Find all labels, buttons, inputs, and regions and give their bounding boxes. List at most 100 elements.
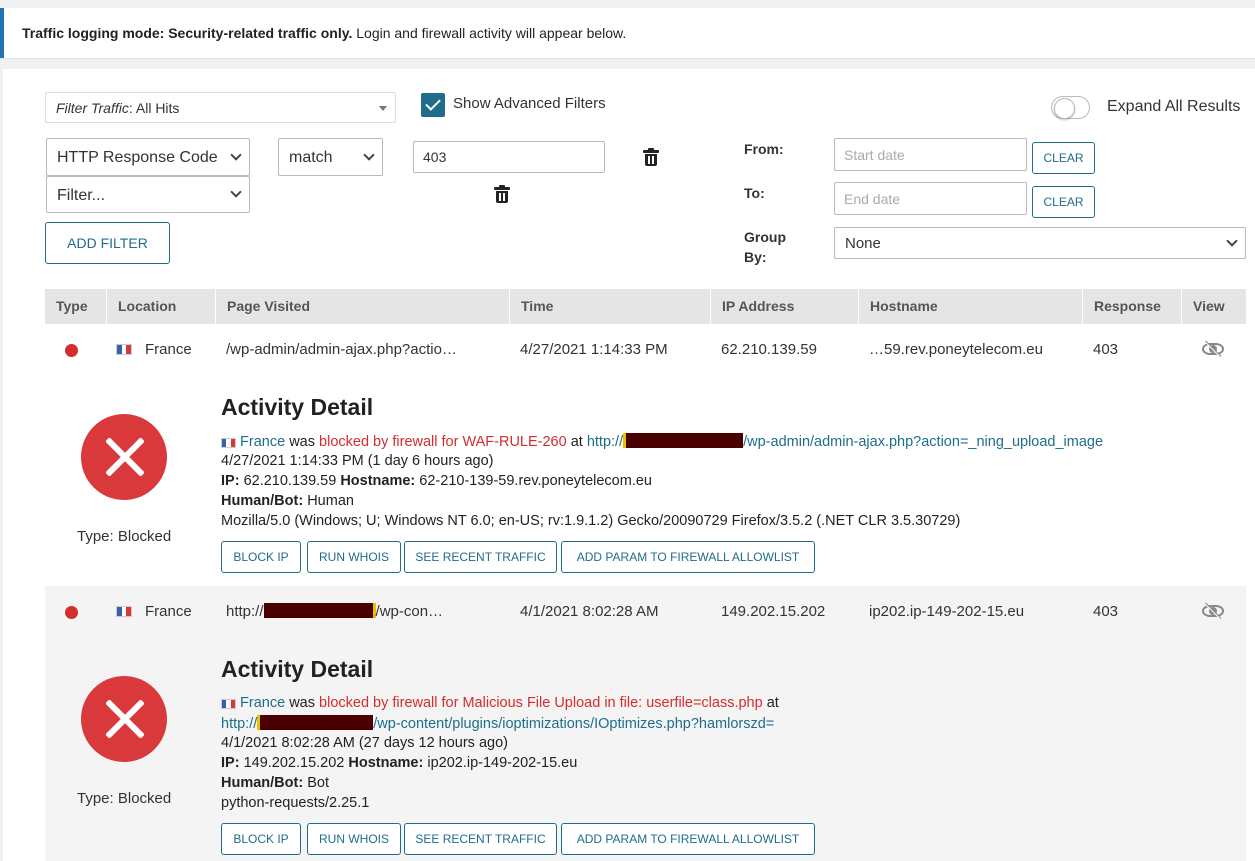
table-row[interactable]: France http:// /wp-con… 4/1/2021 8:02:28 …	[45, 586, 1246, 636]
clear-start-date-button[interactable]: CLEAR	[1032, 142, 1095, 174]
detail-human-bot: Human/Bot: Bot	[221, 775, 329, 791]
row-time: 4/27/2021 1:14:33 PM	[520, 341, 668, 358]
row-time: 4/1/2021 8:02:28 AM	[520, 603, 659, 620]
url-prefix: http://	[221, 716, 258, 732]
eye-slash-icon[interactable]	[1201, 602, 1225, 620]
group-by-label-line2: By:	[744, 249, 767, 265]
detail-human-bot: Human/Bot: Human	[221, 493, 354, 509]
filter-operator-select[interactable]: match	[278, 138, 383, 176]
show-advanced-filters-label[interactable]: Show Advanced Filters	[453, 95, 606, 112]
detail-was: was	[289, 434, 315, 450]
detail-country-link[interactable]: France	[240, 695, 285, 711]
activity-detail: Type: Blocked Activity Detail France was…	[45, 636, 1246, 861]
table-row[interactable]: France /wp-admin/admin-ajax.php?actio… 4…	[45, 324, 1246, 374]
group-by-value: None	[845, 235, 881, 252]
detail-summary-line: France was blocked by firewall for Malic…	[221, 695, 779, 711]
redacted-domain	[263, 603, 376, 618]
row-response: 403	[1093, 603, 1119, 620]
hostname-label: Hostname:	[340, 473, 416, 489]
add-filter-button[interactable]: ADD FILTER	[45, 222, 170, 264]
ip-value: 149.202.15.202	[243, 755, 345, 771]
add-param-allowlist-button[interactable]: ADD PARAM TO FIREWALL ALLOWLIST	[561, 823, 815, 855]
hostname-value: 62-210-139-59.rev.poneytelecom.eu	[419, 473, 652, 489]
row-location: France	[145, 603, 192, 620]
humanbot-label: Human/Bot:	[221, 775, 304, 791]
traffic-table-header: Type Location Page Visited Time IP Addre…	[45, 289, 1246, 324]
ip-label: IP:	[221, 755, 240, 771]
see-recent-traffic-button[interactable]: SEE RECENT TRAFFIC	[404, 823, 557, 855]
row-location: France	[145, 341, 192, 358]
run-whois-button[interactable]: RUN WHOIS	[307, 541, 401, 573]
start-date-input[interactable]	[834, 138, 1027, 171]
column-header-time[interactable]: Time	[510, 289, 711, 324]
to-label: To:	[744, 185, 765, 201]
filter-field-select[interactable]: HTTP Response Code	[46, 138, 250, 176]
column-header-hostname[interactable]: Hostname	[859, 289, 1083, 324]
column-header-location[interactable]: Location	[107, 289, 216, 324]
add-param-allowlist-button[interactable]: ADD PARAM TO FIREWALL ALLOWLIST	[561, 541, 815, 573]
activity-detail-title: Activity Detail	[221, 656, 374, 682]
expand-all-toggle[interactable]	[1051, 96, 1090, 119]
chevron-down-icon	[1226, 235, 1238, 247]
filter-field-select-2[interactable]: Filter...	[46, 176, 250, 213]
detail-summary-line: France was blocked by firewall for WAF-R…	[221, 433, 1103, 450]
activity-detail-title: Activity Detail	[221, 394, 374, 420]
filter-traffic-value: : All Hits	[128, 100, 180, 116]
expand-all-label[interactable]: Expand All Results	[1107, 98, 1240, 116]
filter-value-input[interactable]	[413, 141, 605, 173]
detail-blocked-message: blocked by firewall for WAF-RULE-260	[319, 434, 567, 450]
column-header-view[interactable]: View	[1182, 289, 1246, 324]
redacted-domain	[623, 433, 744, 448]
traffic-logging-notice: Traffic logging mode: Security-related t…	[0, 8, 1255, 58]
trash-icon[interactable]	[494, 185, 510, 203]
end-date-input[interactable]	[834, 182, 1027, 215]
show-advanced-filters-checkbox[interactable]	[421, 93, 445, 117]
detail-at: at	[570, 434, 583, 450]
detail-was: was	[289, 695, 315, 711]
type-blocked-label: Type: Blocked	[77, 528, 172, 545]
filter-operator-value: match	[289, 149, 333, 166]
row-ip-address: 62.210.139.59	[721, 341, 817, 358]
clear-end-date-button[interactable]: CLEAR	[1032, 186, 1095, 218]
row-ip-address: 149.202.15.202	[721, 603, 826, 620]
eye-slash-icon[interactable]	[1201, 340, 1225, 358]
filter-traffic-select[interactable]: Filter Traffic: All Hits	[45, 92, 396, 123]
france-flag-icon	[116, 344, 132, 355]
detail-time: 4/27/2021 1:14:33 PM (1 day 6 hours ago)	[221, 453, 494, 469]
detail-user-agent: Mozilla/5.0 (Windows; U; Windows NT 6.0;…	[221, 513, 961, 529]
url-prefix: http://	[586, 434, 624, 450]
block-ip-button[interactable]: BLOCK IP	[221, 541, 301, 573]
run-whois-button[interactable]: RUN WHOIS	[307, 823, 401, 855]
hostname-value: ip202.ip-149-202-15.eu	[427, 755, 578, 771]
detail-url-link[interactable]: http:// /wp-content/plugins/ioptimization…	[221, 715, 774, 732]
column-header-response[interactable]: Response	[1083, 289, 1182, 324]
row-hostname: ip202.ip-149-202-15.eu	[869, 603, 1025, 620]
chevron-down-icon	[230, 149, 242, 161]
notice-text: Traffic logging mode: Security-related t…	[22, 25, 626, 41]
column-header-ip-address[interactable]: IP Address	[711, 289, 859, 324]
detail-at: at	[766, 695, 779, 711]
row-page-visited: /wp-admin/admin-ajax.php?actio…	[226, 341, 457, 358]
ip-value: 62.210.139.59	[243, 473, 337, 489]
block-ip-button[interactable]: BLOCK IP	[221, 823, 301, 855]
row-response: 403	[1093, 341, 1119, 358]
page-prefix: http://	[226, 603, 264, 620]
filter-field-value: HTTP Response Code	[57, 149, 218, 166]
detail-country-link[interactable]: France	[240, 434, 285, 450]
activity-detail: Type: Blocked Activity Detail France was…	[45, 374, 1246, 586]
column-header-page-visited[interactable]: Page Visited	[216, 289, 510, 324]
group-by-select[interactable]: None	[834, 227, 1246, 259]
france-flag-icon	[221, 699, 236, 709]
detail-url-link[interactable]: http:// /wp-admin/admin-ajax.php?action=_…	[586, 433, 1104, 450]
see-recent-traffic-button[interactable]: SEE RECENT TRAFFIC	[404, 541, 557, 573]
blocked-dot-icon	[65, 344, 78, 357]
column-header-type[interactable]: Type	[45, 289, 107, 324]
url-suffix: /wp-admin/admin-ajax.php?action=_ning_up…	[743, 434, 1104, 450]
detail-ip-hostname: IP: 149.202.15.202 Hostname: ip202.ip-14…	[221, 755, 577, 771]
notice-rest: Login and firewall activity will appear …	[356, 25, 627, 41]
detail-user-agent: python-requests/2.25.1	[221, 795, 370, 811]
trash-icon[interactable]	[643, 148, 659, 166]
url-suffix: /wp-content/plugins/ioptimizations/IOpti…	[373, 716, 775, 732]
humanbot-value: Bot	[307, 775, 329, 791]
caret-down-icon	[379, 106, 387, 111]
